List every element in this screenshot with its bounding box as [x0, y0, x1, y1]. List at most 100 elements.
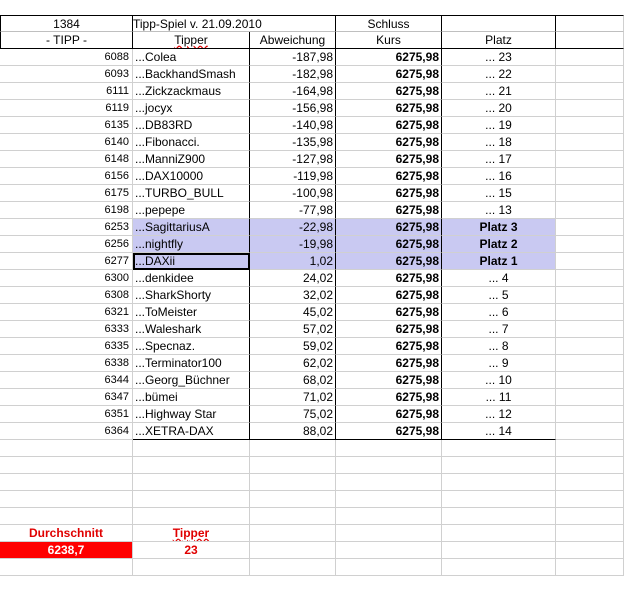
sheet-cell[interactable] — [556, 304, 624, 321]
platz-cell[interactable]: ... 12 — [442, 406, 556, 423]
abweichung-cell[interactable]: -127,98 — [250, 151, 336, 168]
sheet-cell[interactable] — [336, 559, 442, 576]
tipp-cell[interactable]: 6344 — [0, 372, 133, 389]
sheet-cell[interactable] — [556, 100, 624, 117]
header-kurs-cell[interactable]: Kurs — [336, 32, 442, 49]
sheet-cell[interactable] — [556, 270, 624, 287]
kurs-cell[interactable]: 6275,98 — [336, 253, 442, 270]
sheet-cell[interactable] — [336, 508, 442, 525]
sheet-cell[interactable] — [556, 321, 624, 338]
tipper-name-cell[interactable]: ...pepepe — [133, 202, 250, 219]
sheet-cell[interactable] — [556, 525, 624, 542]
kurs-cell[interactable]: 6275,98 — [336, 372, 442, 389]
tipp-cell[interactable]: 6300 — [0, 270, 133, 287]
sheet-cell[interactable] — [556, 474, 624, 491]
platz-cell[interactable]: ... 18 — [442, 134, 556, 151]
kurs-cell[interactable]: 6275,98 — [336, 83, 442, 100]
tipp-cell[interactable]: 6277 — [0, 253, 133, 270]
kurs-cell[interactable]: 6275,98 — [336, 185, 442, 202]
platz-cell[interactable]: ... 11 — [442, 389, 556, 406]
tipp-cell[interactable]: 6175 — [0, 185, 133, 202]
abweichung-cell[interactable]: -77,98 — [250, 202, 336, 219]
tipp-cell[interactable]: 6333 — [0, 321, 133, 338]
abweichung-cell[interactable]: -182,98 — [250, 66, 336, 83]
sheet-cell[interactable] — [250, 440, 336, 457]
header-tipper-cell[interactable]: Tipper — [133, 32, 250, 49]
abweichung-cell[interactable]: 24,02 — [250, 270, 336, 287]
sheet-cell[interactable] — [250, 559, 336, 576]
platz-cell[interactable]: ... 17 — [442, 151, 556, 168]
abweichung-cell[interactable]: 71,02 — [250, 389, 336, 406]
sheet-cell[interactable] — [556, 338, 624, 355]
tipper-name-cell[interactable]: ...XETRA-DAX — [133, 423, 250, 440]
durchschnitt-label[interactable]: Durchschnitt — [0, 525, 133, 542]
abweichung-cell[interactable]: 75,02 — [250, 406, 336, 423]
header-tipp-cell[interactable]: - TIPP - — [0, 32, 133, 49]
kurs-cell[interactable]: 6275,98 — [336, 270, 442, 287]
sheet-cell[interactable] — [250, 542, 336, 559]
tipp-cell[interactable]: 6253 — [0, 219, 133, 236]
abweichung-cell[interactable]: -187,98 — [250, 49, 336, 66]
sheet-cell[interactable] — [556, 491, 624, 508]
platz-cell[interactable]: ... 22 — [442, 66, 556, 83]
tipp-cell[interactable]: 6364 — [0, 423, 133, 440]
platz-cell[interactable]: Platz 1 — [442, 253, 556, 270]
tipper-name-cell[interactable]: ...Zickzackmaus — [133, 83, 250, 100]
kurs-cell[interactable]: 6275,98 — [336, 338, 442, 355]
kurs-cell[interactable]: 6275,98 — [336, 423, 442, 440]
tipper-name-cell[interactable]: ...ManniZ900 — [133, 151, 250, 168]
sheet-cell[interactable] — [336, 440, 442, 457]
tipp-cell[interactable]: 6156 — [0, 168, 133, 185]
sheet-cell[interactable] — [556, 355, 624, 372]
kurs-cell[interactable]: 6275,98 — [336, 236, 442, 253]
tipp-cell[interactable]: 6351 — [0, 406, 133, 423]
platz-cell[interactable]: ... 15 — [442, 185, 556, 202]
sheet-cell[interactable] — [250, 525, 336, 542]
abweichung-cell[interactable]: 32,02 — [250, 287, 336, 304]
platz-cell[interactable]: ... 14 — [442, 423, 556, 440]
sheet-cell[interactable] — [556, 32, 624, 49]
sheet-cell[interactable] — [0, 559, 133, 576]
platz-cell[interactable]: Platz 3 — [442, 219, 556, 236]
sheet-cell[interactable] — [133, 457, 250, 474]
sheet-cell[interactable] — [442, 542, 556, 559]
tipper-name-cell[interactable]: ...Terminator100 — [133, 355, 250, 372]
sheet-cell[interactable] — [556, 66, 624, 83]
sheet-cell[interactable] — [556, 372, 624, 389]
kurs-cell[interactable]: 6275,98 — [336, 66, 442, 83]
sheet-cell[interactable] — [442, 457, 556, 474]
sheet-cell[interactable] — [250, 457, 336, 474]
platz-cell[interactable]: Platz 2 — [442, 236, 556, 253]
tipp-cell[interactable]: 6119 — [0, 100, 133, 117]
tipp-cell[interactable]: 6335 — [0, 338, 133, 355]
sheet-cell[interactable] — [133, 508, 250, 525]
header-schluss-cell[interactable]: Schluss — [336, 15, 442, 32]
durchschnitt-value[interactable]: 6238,7 — [0, 542, 133, 559]
platz-cell[interactable]: ... 16 — [442, 168, 556, 185]
tipper-name-cell[interactable]: ...nightfly — [133, 236, 250, 253]
kurs-cell[interactable]: 6275,98 — [336, 389, 442, 406]
header-empty-cell[interactable] — [442, 15, 556, 32]
abweichung-cell[interactable]: 57,02 — [250, 321, 336, 338]
sheet-cell[interactable] — [556, 389, 624, 406]
kurs-cell[interactable]: 6275,98 — [336, 202, 442, 219]
tipper-name-cell[interactable]: ...Fibonacci. — [133, 134, 250, 151]
sheet-cell[interactable] — [556, 185, 624, 202]
sheet-cell[interactable] — [556, 406, 624, 423]
abweichung-cell[interactable]: -156,98 — [250, 100, 336, 117]
sheet-cell[interactable] — [556, 508, 624, 525]
abweichung-cell[interactable]: -164,98 — [250, 83, 336, 100]
tipper-name-cell[interactable]: ...BackhandSmash — [133, 66, 250, 83]
sheet-cell[interactable] — [556, 423, 624, 440]
sheet-cell[interactable] — [442, 508, 556, 525]
sheet-cell[interactable] — [556, 151, 624, 168]
kurs-cell[interactable]: 6275,98 — [336, 406, 442, 423]
tipp-cell[interactable]: 6093 — [0, 66, 133, 83]
platz-cell[interactable]: ... 6 — [442, 304, 556, 321]
tipper-name-cell[interactable]: ...DAXii — [133, 253, 250, 270]
tipp-cell[interactable]: 6148 — [0, 151, 133, 168]
tipper-name-cell[interactable]: ...SagittariusA — [133, 219, 250, 236]
tipper-name-cell[interactable]: ...Colea — [133, 49, 250, 66]
tipper-count-value[interactable]: 23 — [133, 542, 250, 559]
tipper-name-cell[interactable]: ...Waleshark — [133, 321, 250, 338]
